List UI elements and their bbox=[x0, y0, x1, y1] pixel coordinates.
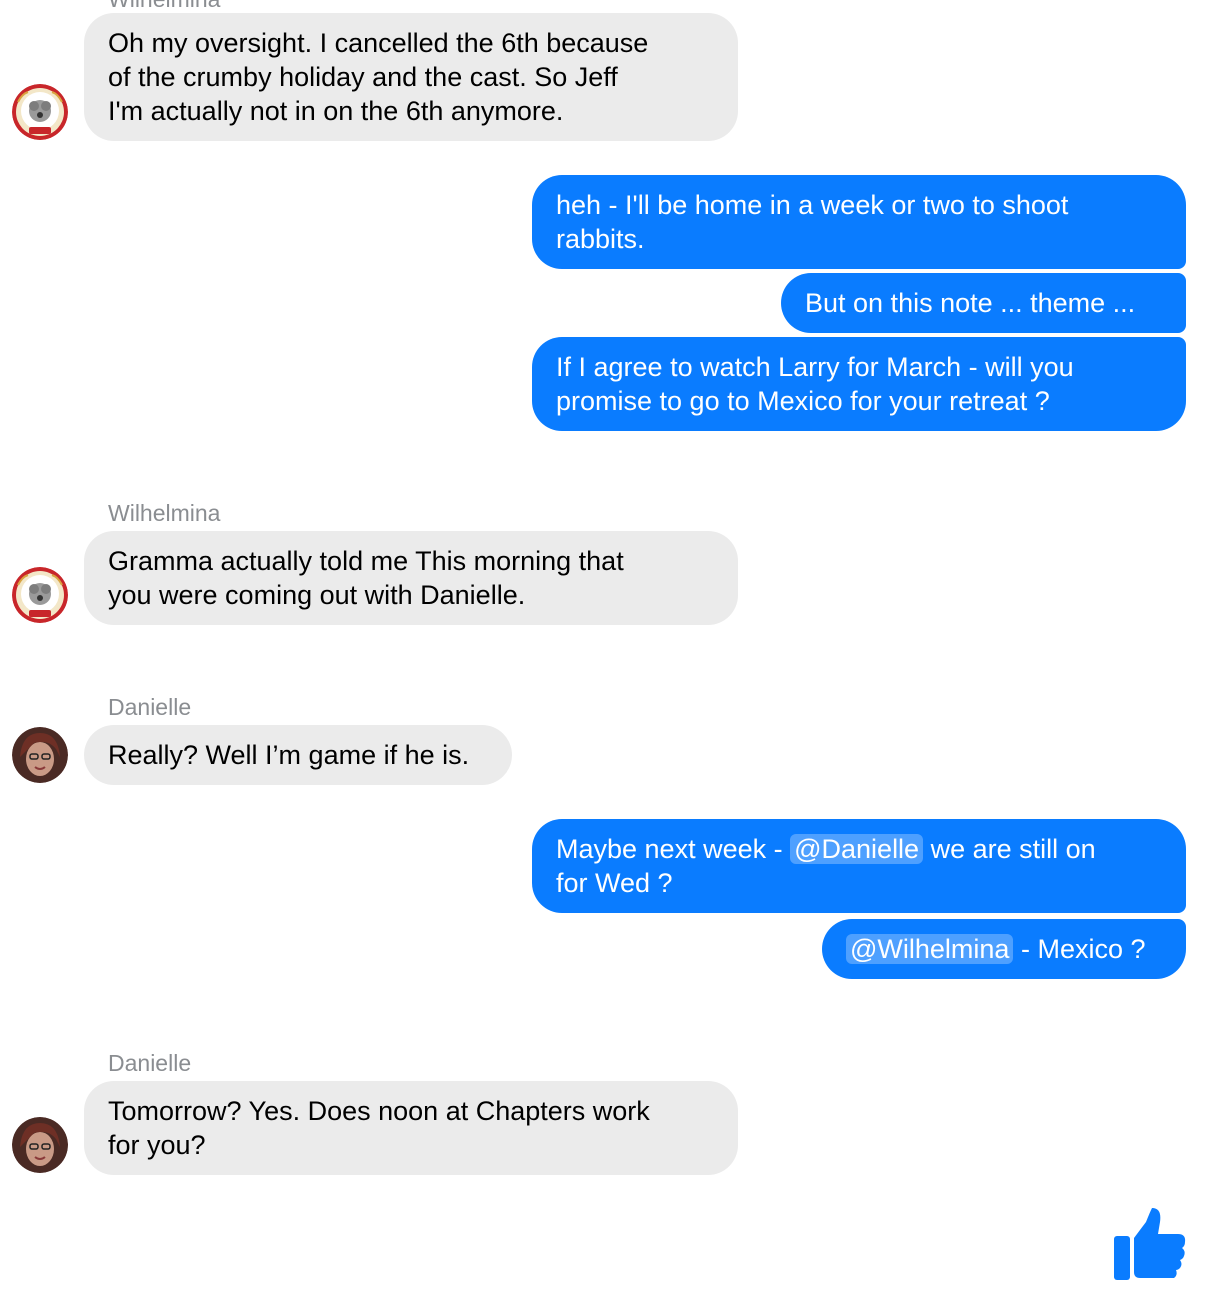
message-line: Tomorrow? Yes. Does noon at Chapters wor… bbox=[108, 1096, 650, 1126]
dog-avatar-icon bbox=[12, 567, 68, 623]
message-line: you were coming out with Danielle. bbox=[108, 580, 526, 610]
message-line: heh - I'll be home in a week or two to s… bbox=[556, 190, 1069, 220]
dog-avatar-icon bbox=[12, 84, 68, 140]
sender-name: Danielle bbox=[108, 1050, 192, 1076]
message-bubble-incoming[interactable]: Tomorrow? Yes. Does noon at Chapters wor… bbox=[84, 1081, 738, 1175]
message-bubble-outgoing[interactable]: heh - I'll be home in a week or two to s… bbox=[532, 175, 1186, 269]
message-bubble-outgoing[interactable]: Maybe next week - @Danielle we are still… bbox=[532, 819, 1186, 913]
message-bubble-incoming[interactable]: Oh my oversight. I cancelled the 6th bec… bbox=[84, 13, 738, 141]
message-line: @Wilhelmina - Mexico ? bbox=[846, 932, 1162, 966]
thumbs-up-icon bbox=[1114, 1208, 1186, 1280]
message-bubble-outgoing[interactable]: If I agree to watch Larry for March - wi… bbox=[532, 337, 1186, 431]
message-line: Gramma actually told me This morning tha… bbox=[108, 546, 624, 576]
sender-name: Wilhelmina bbox=[108, 500, 221, 526]
message-text: Maybe next week - bbox=[556, 834, 791, 864]
mention-danielle[interactable]: @Danielle bbox=[790, 834, 924, 864]
avatar-danielle[interactable] bbox=[12, 727, 68, 783]
message-line: Maybe next week - @Danielle we are still… bbox=[556, 832, 1162, 866]
avatar-wilhelmina[interactable] bbox=[12, 84, 68, 140]
person-avatar-icon bbox=[12, 1117, 68, 1173]
message-line: Really? Well I’m game if he is. bbox=[108, 740, 470, 770]
message-text: - Mexico ? bbox=[1013, 934, 1146, 964]
avatar-danielle[interactable] bbox=[12, 1117, 68, 1173]
message-line: rabbits. bbox=[556, 224, 645, 254]
message-bubble-incoming[interactable]: Gramma actually told me This morning tha… bbox=[84, 531, 738, 625]
mention-wilhelmina[interactable]: @Wilhelmina bbox=[846, 934, 1014, 964]
message-bubble-incoming[interactable]: Really? Well I’m game if he is. bbox=[84, 725, 512, 785]
message-bubble-outgoing[interactable]: But on this note ... theme ... bbox=[781, 273, 1186, 333]
message-line: Oh my oversight. I cancelled the 6th bec… bbox=[108, 28, 649, 58]
message-line: of the crumby holiday and the cast. So J… bbox=[108, 62, 618, 92]
message-line: But on this note ... theme ... bbox=[805, 288, 1136, 318]
message-line: for you? bbox=[108, 1130, 206, 1160]
avatar-wilhelmina[interactable] bbox=[12, 567, 68, 623]
person-avatar-icon bbox=[12, 727, 68, 783]
message-line: for Wed ? bbox=[556, 868, 673, 898]
like-button[interactable] bbox=[1110, 1204, 1188, 1282]
message-line: promise to go to Mexico for your retreat… bbox=[556, 386, 1050, 416]
sender-name-clipped: Wilhelmina bbox=[108, 0, 220, 13]
message-line: If I agree to watch Larry for March - wi… bbox=[556, 352, 1074, 382]
message-line: I'm actually not in on the 6th anymore. bbox=[108, 96, 564, 126]
sender-name: Danielle bbox=[108, 694, 192, 720]
message-bubble-outgoing[interactable]: @Wilhelmina - Mexico ? bbox=[822, 919, 1186, 979]
message-text: we are still on bbox=[923, 834, 1096, 864]
